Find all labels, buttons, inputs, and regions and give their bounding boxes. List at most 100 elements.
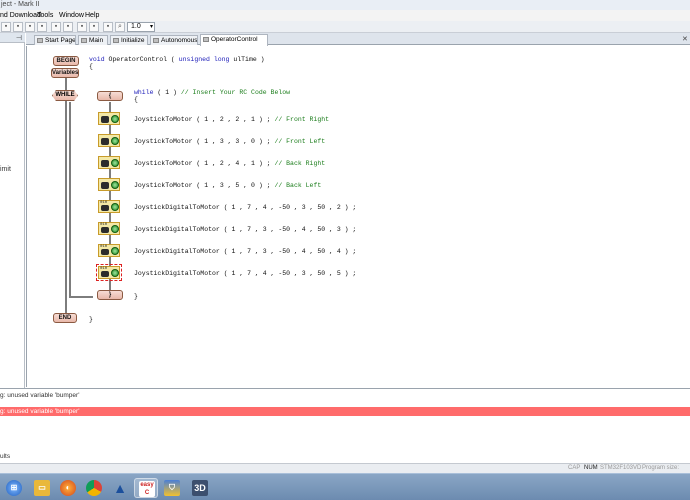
firefox-icon[interactable]: ◐ <box>56 478 80 498</box>
toolbar-button-7[interactable]: ▪ <box>77 22 87 32</box>
end-block[interactable]: END <box>53 313 77 323</box>
close-brace-label: } <box>108 292 112 298</box>
toolbar-button-5[interactable]: ▪ <box>51 22 61 32</box>
toolbar-button-2[interactable]: ▪ <box>13 22 23 32</box>
pin-icon[interactable]: ⊣ <box>16 34 22 42</box>
menu-tools[interactable]: Tools <box>37 10 53 21</box>
statement-comment: // Back Left <box>274 182 322 189</box>
joystick-digital-to-motor-icon[interactable]: 010 <box>98 244 120 257</box>
statement-line[interactable]: JoystickToMotor ( 1 , 3 , 5 , 0 ) ; // B… <box>134 182 321 189</box>
tab-label: Autonomous <box>161 37 198 44</box>
while-condition: ( 1 ) <box>153 89 181 96</box>
statement-line[interactable]: JoystickDigitalToMotor ( 1 , 7 , 4 , -50… <box>134 204 356 211</box>
output-line-error[interactable]: g: unused variable 'bumper' <box>0 407 690 416</box>
zoom-value: 1.0 <box>131 23 141 30</box>
status-device: STM32F103VD <box>600 465 642 471</box>
joystick-to-motor-icon[interactable] <box>98 112 120 125</box>
variables-label: Variables <box>52 70 79 76</box>
3d-app-icon[interactable]: 3D <box>188 478 212 498</box>
windows-start-icon[interactable]: ⊞ <box>2 478 26 498</box>
while-line: while ( 1 ) // Insert Your RC Code Below <box>134 89 290 96</box>
output-line-warning[interactable]: g: unused variable 'bumper' <box>0 391 690 400</box>
statement-comment: // Back Right <box>274 160 326 167</box>
statement-code: JoystickDigitalToMotor ( 1 , 7 , 3 , -50… <box>134 226 357 233</box>
end-label: END <box>58 315 72 321</box>
window-title: ject - Mark II <box>1 1 40 8</box>
statement-line[interactable]: JoystickToMotor ( 1 , 2 , 4 , 1 ) ; // B… <box>134 160 325 167</box>
variables-block[interactable]: Variables <box>51 68 79 78</box>
joystick-digital-to-motor-icon[interactable]: 010 <box>98 200 120 213</box>
statement-line[interactable]: JoystickDigitalToMotor ( 1 , 7 , 3 , -50… <box>134 248 356 255</box>
tab-label: OperatorControl <box>211 36 258 43</box>
editor-tab-strip: Start Page Main Initialize Autonomous Op… <box>26 33 690 46</box>
loop-back-line <box>69 296 93 298</box>
while-block[interactable]: WHILE <box>52 90 78 101</box>
zoom-icon[interactable]: ⌕ <box>115 22 125 32</box>
menu-build-download[interactable]: nd Download <box>0 10 41 21</box>
toolbar-button-1[interactable]: ▪ <box>1 22 11 32</box>
easyc-icon[interactable]: easy C <box>134 478 158 498</box>
joystick-digital-to-motor-icon[interactable]: 010 <box>98 222 120 235</box>
param-name: ulTime ) <box>229 56 265 63</box>
menu-help[interactable]: Help <box>85 10 99 21</box>
output-panel-tab[interactable]: ults <box>0 453 10 460</box>
statement-line[interactable]: JoystickToMotor ( 1 , 3 , 3 , 0 ) ; // F… <box>134 138 325 145</box>
joystick-to-motor-icon[interactable] <box>98 134 120 147</box>
tab-initialize[interactable]: Initialize <box>110 35 148 45</box>
tab-start-page[interactable]: Start Page <box>34 35 76 45</box>
flowchart-code-editor[interactable]: BEGIN Variables WHILE { 010 010 010 010 … <box>26 46 690 387</box>
tab-operatorcontrol[interactable]: OperatorControl <box>200 34 268 46</box>
statement-code: JoystickToMotor ( 1 , 3 , 5 , 0 ) ; <box>134 182 275 189</box>
open-brace-label: { <box>108 93 112 99</box>
open-brace-block[interactable]: { <box>97 91 123 101</box>
menu-window[interactable]: Window <box>59 10 84 21</box>
output-panel: g: unused variable 'bumper' g: unused va… <box>0 388 690 463</box>
explorer-icon[interactable]: ▭ <box>30 478 54 498</box>
joystick-digital-to-motor-icon[interactable]: 010 <box>96 264 122 281</box>
joystick-to-motor-icon[interactable] <box>98 178 120 191</box>
arduino-icon[interactable]: ▲ <box>108 478 132 498</box>
chevron-down-icon: ▾ <box>149 24 153 30</box>
statement-code: JoystickDigitalToMotor ( 1 , 7 , 4 , -50… <box>134 204 357 211</box>
page-icon <box>203 37 209 42</box>
menu-bar: nd Download Tools Window Help <box>0 10 690 21</box>
keyword-while: while <box>134 89 154 96</box>
while-label: WHILE <box>55 92 75 98</box>
begin-block[interactable]: BEGIN <box>53 56 79 66</box>
statement-comment: // Front Left <box>274 138 326 145</box>
function-signature: void OperatorControl ( unsigned long ulT… <box>89 56 265 63</box>
taskbar: ⊞ ▭ ◐ ▲ easy C ⛉ 3D <box>0 473 690 500</box>
statement-code: JoystickToMotor ( 1 , 3 , 3 , 0 ) ; <box>134 138 275 145</box>
tab-autonomous[interactable]: Autonomous <box>150 35 198 45</box>
warning-shield-icon[interactable]: ⛉ <box>160 478 184 498</box>
toolbar-button-9[interactable]: ▪ <box>103 22 113 32</box>
statement-line[interactable]: JoystickDigitalToMotor ( 1 , 7 , 4 , -50… <box>134 270 356 277</box>
toolbar-button-8[interactable]: ▪ <box>89 22 99 32</box>
window-title-bar: ject - Mark II <box>0 0 690 10</box>
keyword-void: void <box>89 56 105 63</box>
tab-label: Initialize <box>121 37 145 44</box>
toolbar-button-4[interactable]: ▪ <box>37 22 47 32</box>
flow-line <box>65 78 67 318</box>
toolbar-button-6[interactable]: ▪ <box>63 22 73 32</box>
joystick-to-motor-icon[interactable] <box>98 156 120 169</box>
page-icon <box>37 38 43 43</box>
page-icon <box>81 38 87 43</box>
close-icon[interactable]: ✕ <box>682 35 688 43</box>
while-comment: // Insert Your RC Code Below <box>180 89 291 96</box>
page-icon <box>153 38 159 43</box>
chrome-icon[interactable] <box>82 478 106 498</box>
tab-main[interactable]: Main <box>78 35 108 45</box>
page-icon <box>113 38 119 43</box>
toolbar: ▪ ▪ ▪ ▪ ▪ ▪ ▪ ▪ ▪ ⌕ 1.0 ▾ <box>0 21 690 33</box>
statement-line[interactable]: JoystickToMotor ( 1 , 2 , 2 , 1 ) ; // F… <box>134 116 329 123</box>
statement-code: JoystickDigitalToMotor ( 1 , 7 , 3 , -50… <box>134 248 357 255</box>
tab-label: Main <box>89 37 104 44</box>
close-brace-block[interactable]: } <box>97 290 123 300</box>
toolbar-button-3[interactable]: ▪ <box>25 22 35 32</box>
function-open-brace: { <box>89 63 93 70</box>
statement-code: JoystickToMotor ( 1 , 2 , 4 , 1 ) ; <box>134 160 275 167</box>
statement-code: JoystickToMotor ( 1 , 2 , 2 , 1 ) ; <box>134 116 275 123</box>
statement-line[interactable]: JoystickDigitalToMotor ( 1 , 7 , 3 , -50… <box>134 226 356 233</box>
zoom-select[interactable]: 1.0 ▾ <box>127 22 155 32</box>
